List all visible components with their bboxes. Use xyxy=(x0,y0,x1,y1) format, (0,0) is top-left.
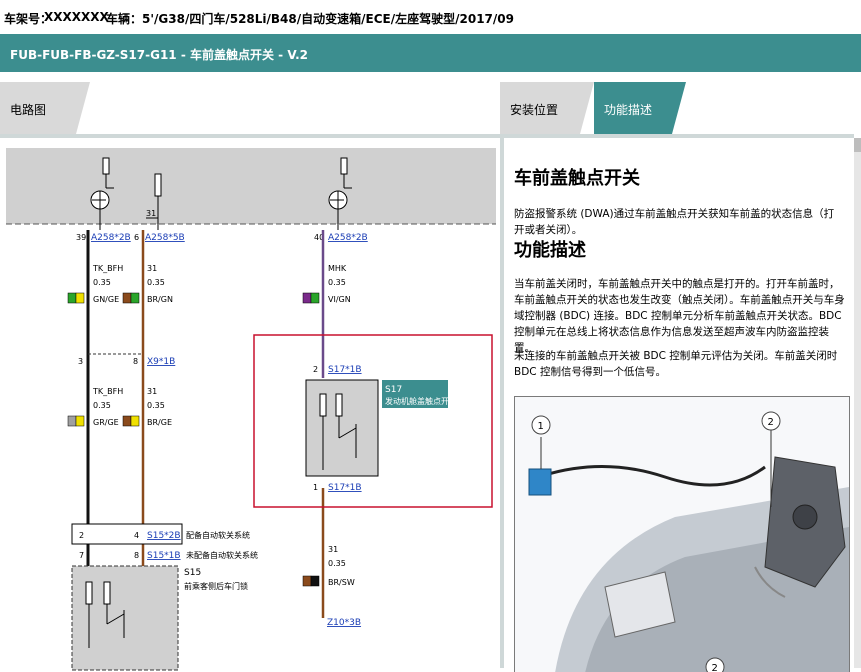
connector-a258-2b-link[interactable]: A258*2B xyxy=(91,233,131,243)
s15-option-a: 配备自动软关系统 xyxy=(186,530,250,540)
s17-pin-1: 1 xyxy=(313,483,318,492)
connector-a258-2b-link-2[interactable]: A258*2B xyxy=(328,233,368,243)
contact-switch-connector xyxy=(528,468,552,496)
x9-pin-3: 3 xyxy=(78,357,83,366)
wire4-swatch-gray xyxy=(67,415,77,427)
intro-text: 防盗报警系统 (DWA)通过车前盖触点开关获知车前盖的状态信息（打开或者关闭）。 xyxy=(514,208,835,236)
wire2-name: 31 xyxy=(147,264,157,273)
tab-install-label: 安装位置 xyxy=(510,103,559,117)
vin-value: XXXXXXX xyxy=(44,10,109,24)
function-paragraph-2: 未连接的车前盖触点开关被 BDC 控制单元评估为关闭。车前盖关闭时 BDC 控制… xyxy=(514,350,838,378)
tab-function-label: 功能描述 xyxy=(604,103,653,117)
s17-name: S17 xyxy=(385,385,402,395)
wire4-color: GR/GE xyxy=(93,418,119,427)
wire6-swatch-brown xyxy=(302,575,312,587)
wiring-diagram[interactable]: 31 39 A258*2B 6 A258*5B 40 A258*2B TK_BF… xyxy=(0,138,500,672)
function-paragraph-1: 当车前盖关闭时，车前盖触点开关中的触点是打开的。打开车前盖时，车前盖触点开关的状… xyxy=(514,278,845,354)
wire3-swatch-green xyxy=(310,292,320,304)
scroll-up-arrow[interactable] xyxy=(854,138,861,152)
wire4-size: 0.35 xyxy=(93,401,111,410)
wire2-color: BR/GN xyxy=(147,295,173,304)
wire6-name: 31 xyxy=(328,545,338,554)
wire2-swatch-green xyxy=(130,292,140,304)
s15-pin-2: 2 xyxy=(79,531,84,540)
component-heading: 车前盖触点开关 xyxy=(514,168,640,189)
tab-install-location[interactable]: 安装位置 xyxy=(500,82,594,134)
connector-s15-1b-link[interactable]: S15*1B xyxy=(147,551,181,561)
connector-x9-1b-link[interactable]: X9*1B xyxy=(147,357,175,367)
wire3-swatch-violet xyxy=(302,292,312,304)
callout-2: 2 xyxy=(768,417,774,428)
s15-option-b: 未配备自动软关系统 xyxy=(186,550,258,560)
wire2-swatch-brown xyxy=(122,292,132,304)
tab-corner xyxy=(580,82,594,134)
right-pane-scrollbar[interactable] xyxy=(854,138,861,668)
wire3-color: VI/GN xyxy=(328,295,351,304)
connector-z10-3b-link[interactable]: Z10*3B xyxy=(327,618,361,628)
s15-pin-4: 4 xyxy=(134,531,139,540)
wire1-swatch-green xyxy=(67,292,77,304)
hood-latch-illustration: 1 2 2 xyxy=(515,397,849,672)
x9-pin-8: 8 xyxy=(133,357,138,366)
s15-description: 前乘客侧后车门锁 xyxy=(184,581,248,591)
tab-corner xyxy=(76,82,90,134)
document-title-bar: FUB-FUB-FB-GZ-S17-G11 - 车前盖触点开关 - V.2 xyxy=(0,34,861,72)
wire6-size: 0.35 xyxy=(328,559,346,568)
tab-row: 电路图 安装位置 功能描述 xyxy=(0,72,861,134)
wire4-swatch-yellow xyxy=(75,415,85,427)
tab-corner xyxy=(672,82,686,134)
function-description-pane[interactable]: 车前盖触点开关 防盗报警系统 (DWA)通过车前盖触点开关获知车前盖的状态信息（… xyxy=(504,134,854,672)
s15-pin-8: 8 xyxy=(134,551,139,560)
wire4-name: TK_BFH xyxy=(92,387,123,396)
component-illustration: 1 2 2 xyxy=(514,396,850,672)
wire2-size: 0.35 xyxy=(147,278,165,287)
wire5-name: 31 xyxy=(147,387,157,396)
callout-1: 1 xyxy=(538,421,544,432)
wire5-size: 0.35 xyxy=(147,401,165,410)
tab-wiring-label: 电路图 xyxy=(10,103,47,117)
s15-name: S15 xyxy=(184,568,201,578)
wire6-color: BR/SW xyxy=(328,578,355,587)
wire1-name: TK_BFH xyxy=(92,264,123,273)
wire1-color: GN/GE xyxy=(93,295,119,304)
wire5-swatch-brown xyxy=(122,415,132,427)
function-heading: 功能描述 xyxy=(514,240,586,261)
wire6-swatch-black xyxy=(310,575,320,587)
connector-s17-1b-bottom-link[interactable]: S17*1B xyxy=(328,483,362,493)
connector-pin-39: 39 xyxy=(76,233,86,242)
s15-pin-7: 7 xyxy=(79,551,84,560)
control-unit-block xyxy=(6,148,496,224)
connector-pin-6: 6 xyxy=(134,233,139,242)
wire5-color: BR/GE xyxy=(147,418,172,427)
vehicle-info-bar: 车架号： XXXXXXX 车辆： 5'/G38/四门车/528Li/B48/自动… xyxy=(0,0,861,34)
s17-description: 发动机舱盖触点开关 xyxy=(385,396,457,406)
ground-label-31: 31 xyxy=(146,209,156,218)
wiring-diagram-pane[interactable]: 31 39 A258*2B 6 A258*5B 40 A258*2B TK_BF… xyxy=(0,134,500,672)
connector-s15-2b-link[interactable]: S15*2B xyxy=(147,531,181,541)
vehicle-value: 5'/G38/四门车/528Li/B48/自动变速箱/ECE/左座驾驶型/201… xyxy=(142,12,514,26)
vehicle-label: 车辆： xyxy=(106,12,143,26)
wire3-name: MHK xyxy=(328,264,347,273)
tab-function-description[interactable]: 功能描述 xyxy=(594,82,686,134)
wire1-size: 0.35 xyxy=(93,278,111,287)
s17-pin-2: 2 xyxy=(313,365,318,374)
connector-s17-1b-top-link[interactable]: S17*1B xyxy=(328,365,362,375)
document-title: FUB-FUB-FB-GZ-S17-G11 - 车前盖触点开关 - V.2 xyxy=(10,48,308,62)
wire5-swatch-yellow xyxy=(130,415,140,427)
wire1-swatch-yellow xyxy=(75,292,85,304)
tab-wiring-diagram[interactable]: 电路图 xyxy=(0,82,90,134)
wire3-size: 0.35 xyxy=(328,278,346,287)
connector-a258-5b-link[interactable]: A258*5B xyxy=(145,233,185,243)
